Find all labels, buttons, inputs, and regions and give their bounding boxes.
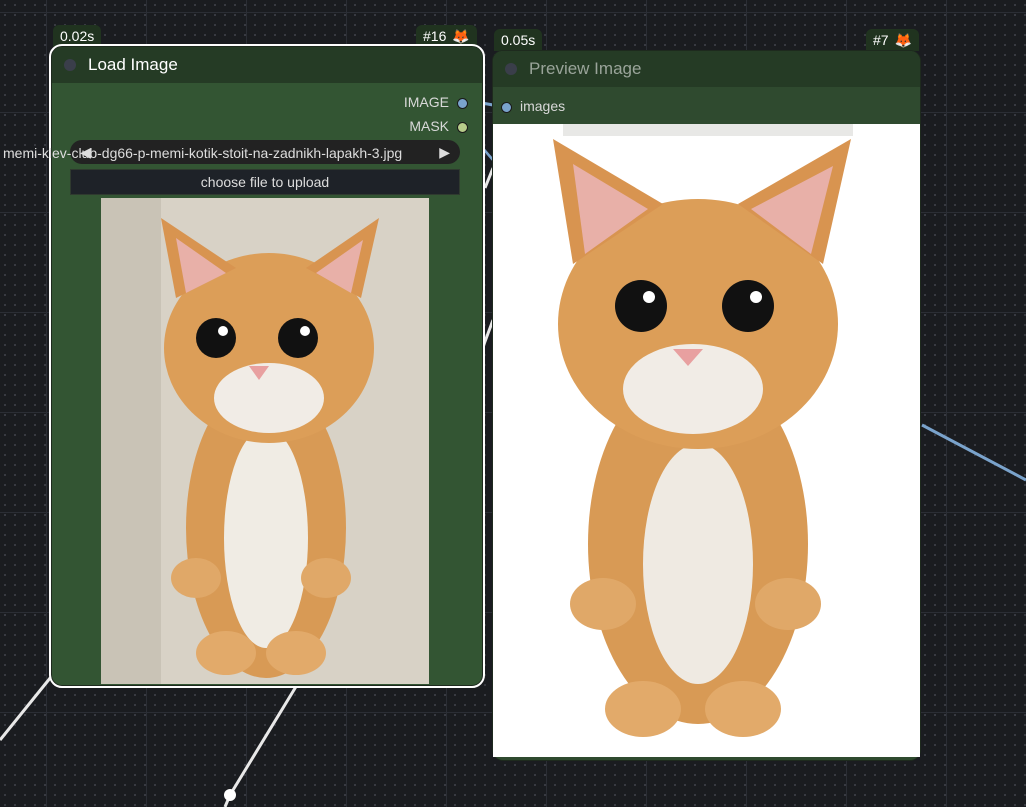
output-label-mask: MASK (409, 118, 449, 134)
node-id-label: #7 (873, 32, 889, 48)
link-wire-right[interactable] (921, 423, 1026, 482)
preview-output-image (493, 124, 920, 757)
image-filename: memi-klev-club-dg66-p-memi-kotik-stoit-n… (3, 145, 402, 161)
execution-time-label: 0.05s (501, 32, 536, 48)
load-image-node[interactable]: Load Image IMAGE MASK ◀ ▶ choose file to… (49, 44, 485, 688)
collapse-dot-icon[interactable] (505, 63, 517, 75)
preview-image-node[interactable]: Preview Image images (493, 51, 920, 760)
node-title: Load Image (88, 55, 178, 74)
output-dot-icon[interactable] (457, 121, 468, 133)
node-title-bar[interactable]: Load Image (52, 47, 482, 83)
output-slot-image[interactable]: IMAGE (404, 92, 468, 112)
input-slot-images[interactable]: images (501, 96, 565, 116)
output-slot-mask[interactable]: MASK (409, 116, 468, 136)
arrow-right-icon[interactable]: ▶ (439, 140, 450, 164)
node-id-badge: #16 🦊 (416, 25, 477, 47)
input-label-images: images (520, 98, 566, 114)
execution-time-badge: 0.05s (494, 29, 543, 51)
node-id-label: #16 (423, 28, 447, 44)
link-reroute-point[interactable] (224, 789, 236, 801)
link-wire-bottom[interactable] (228, 679, 302, 796)
collapse-dot-icon[interactable] (64, 59, 76, 71)
node-id-badge: #7 🦊 (866, 29, 920, 51)
image-filename-text: memi-klev-club-dg66-p-memi-kotik-stoit-n… (3, 145, 403, 161)
upload-button-label: choose file to upload (200, 174, 330, 190)
link-wire-lower-left[interactable] (0, 671, 57, 741)
fox-icon: 🦊 (452, 28, 470, 44)
input-dot-icon[interactable] (501, 101, 512, 113)
upload-button[interactable]: choose file to upload (70, 169, 460, 195)
output-label-image: IMAGE (403, 94, 449, 110)
link-wire-upper[interactable] (483, 167, 495, 189)
node-title-bar[interactable]: Preview Image (493, 51, 920, 87)
node-title: Preview Image (529, 59, 642, 78)
loaded-image-preview (101, 198, 429, 684)
execution-time-badge: 0.02s (53, 25, 102, 47)
output-dot-icon[interactable] (457, 97, 468, 109)
execution-time-label: 0.02s (60, 28, 95, 44)
fox-icon: 🦊 (894, 32, 913, 48)
